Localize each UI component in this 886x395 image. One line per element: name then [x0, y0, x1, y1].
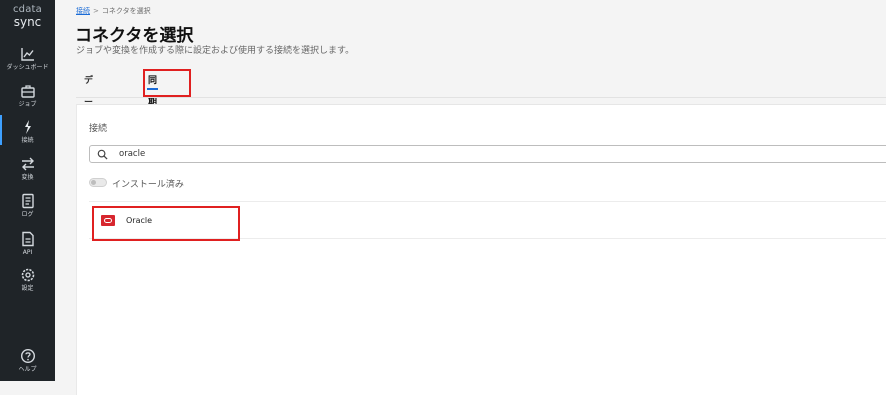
sidebar-item-label: ログ [21, 211, 34, 218]
chart-line-icon [20, 48, 34, 61]
sidebar-item-help[interactable]: ヘルプ [0, 348, 55, 374]
list-divider [89, 201, 886, 202]
sidebar-item-transform[interactable]: 変換 [0, 156, 55, 182]
toggle-knob [91, 180, 96, 185]
sidebar-item-label: ダッシュボード [6, 64, 49, 71]
document-list-icon [21, 193, 34, 209]
installed-toggle-label: インストール済み [112, 180, 184, 190]
breadcrumb-separator: > [93, 7, 99, 15]
page-subtitle: ジョブや変換を作成する際に設定および使用する接続を選択します。 [76, 46, 355, 56]
api-document-icon [21, 231, 34, 247]
sidebar-item-connections[interactable]: 接続 [0, 115, 55, 145]
search-input[interactable]: oracle [89, 145, 886, 163]
gear-icon [21, 268, 34, 282]
product-name: sync [13, 15, 42, 29]
arrows-exchange-icon [21, 157, 34, 171]
sidebar: cdata sync ダッシュボード ジョブ 接続 変換 ログ API 設定 ヘ… [0, 0, 55, 381]
connector-item-oracle[interactable]: Oracle [92, 206, 240, 241]
sidebar-item-label: 接続 [21, 137, 34, 144]
breadcrumb: 接続 > コネクタを選択 [76, 6, 151, 16]
sidebar-item-api[interactable]: API [0, 231, 55, 257]
installed-toggle[interactable] [89, 178, 107, 187]
search-icon [97, 149, 108, 160]
section-label-connections: 接続 [89, 124, 108, 134]
sidebar-item-label: 設定 [21, 285, 34, 292]
app-logo[interactable]: cdata sync [0, 4, 55, 29]
sidebar-item-settings[interactable]: 設定 [0, 267, 55, 293]
sidebar-item-label: ジョブ [18, 101, 37, 108]
sidebar-item-logs[interactable]: ログ [0, 193, 55, 219]
sidebar-item-jobs[interactable]: ジョブ [0, 83, 55, 109]
plug-icon [24, 120, 31, 134]
sidebar-item-dashboard[interactable]: ダッシュボード [0, 46, 55, 72]
breadcrumb-link-connections[interactable]: 接続 [76, 7, 90, 15]
help-circle-icon [20, 348, 35, 364]
tab-annotation-box [143, 69, 191, 97]
sidebar-item-label: 変換 [21, 174, 34, 181]
sidebar-item-label: ヘルプ [18, 366, 37, 373]
sidebar-item-label: API [22, 249, 33, 256]
connector-annotation-box [92, 206, 240, 241]
breadcrumb-current: コネクタを選択 [101, 7, 151, 15]
tab-data-source[interactable]: データソース [84, 70, 93, 196]
tabs-divider [76, 97, 886, 98]
search-value: oracle [119, 149, 146, 159]
briefcase-icon [20, 85, 35, 98]
